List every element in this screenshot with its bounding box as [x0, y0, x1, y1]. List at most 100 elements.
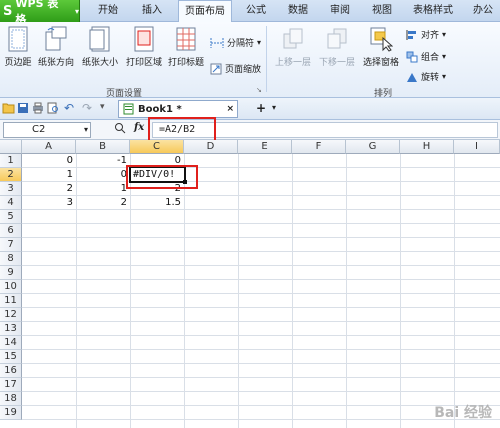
cell-a2[interactable]: 1 [23, 168, 76, 181]
chevron-down-icon: ▾ [442, 52, 447, 61]
row-header-1[interactable]: 1 [0, 154, 22, 168]
gridline [22, 307, 500, 308]
column-header-b[interactable]: B [76, 140, 130, 154]
cell-highlight-box [126, 165, 198, 189]
tab-office[interactable]: 办公 [466, 0, 500, 22]
tab-review[interactable]: 审阅 [322, 0, 358, 22]
row-header-18[interactable]: 18 [0, 392, 22, 406]
column-header-d[interactable]: D [184, 140, 238, 154]
gridline [22, 209, 500, 210]
wps-menu-button[interactable]: S WPS 表格 ▾ [0, 0, 80, 26]
cell-a3[interactable]: 2 [23, 182, 76, 195]
column-header-c[interactable]: C [130, 140, 184, 154]
tab-page-layout[interactable]: 页面布局 [178, 0, 232, 23]
paper-size-button[interactable]: 纸张大小 [80, 26, 120, 68]
cell-b1[interactable]: -1 [77, 154, 130, 167]
row-header-9[interactable]: 9 [0, 266, 22, 280]
rotate-label: 旋转 [421, 73, 440, 83]
tab-table-style[interactable]: 表格样式 [406, 0, 460, 22]
row-header-8[interactable]: 8 [0, 252, 22, 266]
zoom-formula-icon[interactable] [114, 122, 126, 137]
gridline [22, 405, 500, 406]
row-header-7[interactable]: 7 [0, 238, 22, 252]
bring-forward-button[interactable]: 上移一层 [272, 26, 314, 68]
spreadsheet-grid[interactable]: A B C D E F G H I 1 2 3 4 5 6 7 8 9 10 1… [0, 140, 500, 428]
gridline [22, 391, 500, 392]
align-button[interactable]: 对齐 ▾ [406, 28, 446, 41]
row-header-13[interactable]: 13 [0, 322, 22, 336]
cell-c4[interactable]: 1.5 [131, 196, 184, 209]
print-area-button[interactable]: 打印区域 [124, 26, 164, 68]
workbook-tab[interactable]: Book1 * × [118, 100, 238, 118]
margins-button[interactable]: 页边距 [2, 26, 34, 68]
gridline [22, 237, 500, 238]
chevron-down-icon[interactable]: ▾ [272, 103, 276, 112]
tab-home[interactable]: 开始 [90, 0, 126, 22]
open-folder-icon[interactable] [2, 102, 15, 117]
row-header-17[interactable]: 17 [0, 378, 22, 392]
cell-a4[interactable]: 3 [23, 196, 76, 209]
workbook-tab-label: Book1 * [138, 103, 182, 115]
send-backward-button[interactable]: 下移一层 [316, 26, 358, 68]
column-header-e[interactable]: E [238, 140, 292, 154]
print-titles-button[interactable]: 打印标题 [166, 26, 206, 68]
dialog-launcher-icon[interactable]: ↘ [256, 86, 262, 94]
ribbon-tab-bar: S WPS 表格 ▾ 开始 插入 页面布局 公式 数据 审阅 视图 表格样式 办… [0, 0, 500, 26]
row-header-16[interactable]: 16 [0, 364, 22, 378]
column-header-h[interactable]: H [400, 140, 454, 154]
gridline [22, 251, 500, 252]
group-button[interactable]: 组合 ▾ [406, 50, 446, 63]
row-header-19[interactable]: 19 [0, 406, 22, 420]
print-titles-icon [176, 27, 196, 51]
chevron-down-icon: ▾ [83, 125, 88, 134]
row-header-11[interactable]: 11 [0, 294, 22, 308]
bring-forward-icon [283, 28, 303, 49]
customize-toolbar-icon[interactable]: ▾ [100, 102, 105, 112]
column-header-i[interactable]: I [454, 140, 500, 154]
cell-b2[interactable]: 0 [77, 168, 130, 181]
row-header-6[interactable]: 6 [0, 224, 22, 238]
new-tab-icon[interactable]: + [256, 101, 266, 115]
selection-pane-label: 选择窗格 [362, 58, 399, 68]
print-icon[interactable] [32, 102, 44, 117]
orientation-button[interactable]: 纸张方向 [36, 26, 76, 68]
tab-insert[interactable]: 插入 [134, 0, 170, 22]
redo-icon[interactable]: ↷ [82, 101, 92, 115]
function-icon[interactable]: fx [134, 122, 144, 133]
select-all-corner[interactable] [0, 140, 22, 154]
name-box[interactable]: C2 ▾ [3, 122, 91, 138]
page-scale-icon [210, 63, 222, 74]
cell-b3[interactable]: 1 [77, 182, 130, 195]
row-header-5[interactable]: 5 [0, 210, 22, 224]
rotate-button[interactable]: 旋转 ▾ [406, 70, 446, 83]
save-icon[interactable] [17, 102, 29, 117]
column-header-a[interactable]: A [22, 140, 76, 154]
tab-data[interactable]: 数据 [280, 0, 316, 22]
row-header-10[interactable]: 10 [0, 280, 22, 294]
row-header-15[interactable]: 15 [0, 350, 22, 364]
gridline [22, 363, 500, 364]
row-header-4[interactable]: 4 [0, 196, 22, 210]
margins-icon [8, 26, 28, 52]
row-header-3[interactable]: 3 [0, 182, 22, 196]
undo-icon[interactable]: ↶ [64, 101, 74, 115]
close-icon[interactable]: × [226, 104, 234, 114]
paper-size-icon [89, 26, 110, 52]
tab-view[interactable]: 视图 [364, 0, 400, 22]
cell-b4[interactable]: 2 [77, 196, 130, 209]
print-titles-label: 打印标题 [167, 58, 204, 68]
column-header-f[interactable]: F [292, 140, 346, 154]
row-header-14[interactable]: 14 [0, 336, 22, 350]
tab-formula[interactable]: 公式 [238, 0, 274, 22]
page-scale-button[interactable]: 页面缩放 [210, 62, 261, 75]
watermark: Bai 经验 [434, 405, 492, 421]
gridline [22, 419, 500, 420]
column-header-g[interactable]: G [346, 140, 400, 154]
separator-button[interactable]: 分隔符 ▾ [210, 36, 261, 49]
print-preview-icon[interactable] [47, 102, 59, 117]
row-header-12[interactable]: 12 [0, 308, 22, 322]
margins-label: 页边距 [4, 58, 32, 68]
cell-a1[interactable]: 0 [23, 154, 76, 167]
row-header-2[interactable]: 2 [0, 168, 22, 182]
selection-pane-button[interactable]: 选择窗格 [360, 26, 402, 68]
